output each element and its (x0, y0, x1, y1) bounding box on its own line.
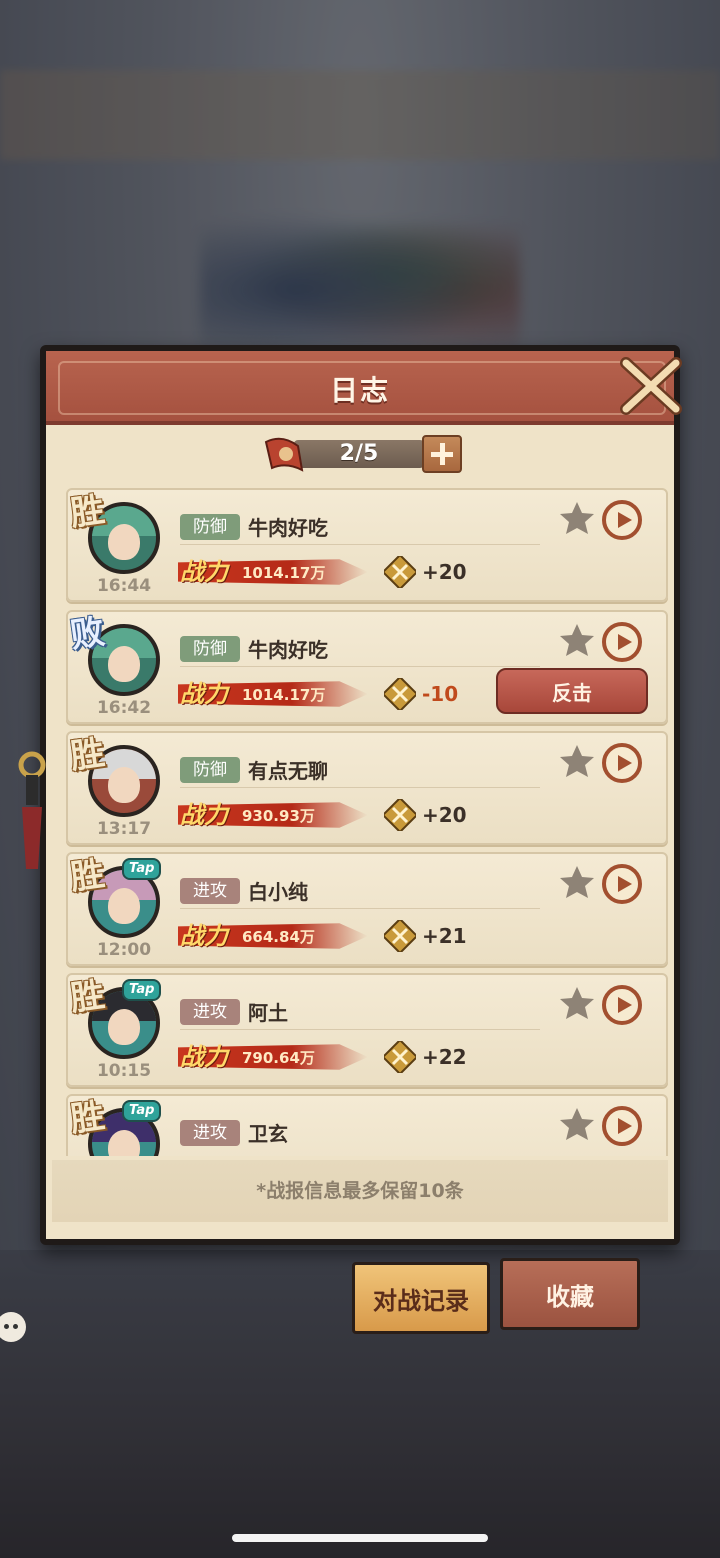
battle-time: 13:17 (96, 819, 152, 839)
result-badge: 胜 (67, 853, 108, 899)
crossed-swords-medal-icon (384, 920, 416, 952)
score-delta: +22 (422, 1045, 467, 1069)
chat-dot (4, 1324, 9, 1329)
favorite-star-icon[interactable] (558, 1106, 596, 1142)
divider (180, 787, 540, 788)
result-badge: 胜 (67, 489, 108, 535)
avatar-face (108, 767, 140, 803)
attempt-counter: 2/5 (262, 432, 462, 476)
power-value: 664.84万 (242, 928, 315, 946)
favorite-star-icon[interactable] (558, 985, 596, 1021)
battle-log-list[interactable]: 胜 16:44 防御 牛肉好吃 战力 1014.17万 +20 败 16:42 … (66, 488, 668, 1156)
add-attempts-button[interactable] (422, 435, 462, 473)
opponent-name: 卫玄 (248, 1122, 288, 1146)
divider (180, 1029, 540, 1030)
mode-tag: 防御 (180, 514, 240, 540)
power-label: 战力 (180, 1042, 228, 1071)
score-delta: +21 (422, 924, 467, 948)
favorites-tab[interactable]: 收藏 (500, 1258, 640, 1330)
counter-value: 2/5 (339, 441, 379, 466)
power-value: 790.64万 (242, 1049, 315, 1067)
list-item[interactable]: 胜 Tap 10:15 进攻 阿土 战力 790.64万 +22 (66, 973, 668, 1087)
result-badge: 胜 (67, 1095, 108, 1141)
battle-time: 16:42 (96, 698, 152, 718)
tassel-ornament-icon (18, 751, 46, 869)
list-item[interactable]: 胜 13:17 防御 有点无聊 战力 930.93万 +20 (66, 731, 668, 845)
avatar-face (108, 1009, 140, 1045)
mode-tag: 防御 (180, 757, 240, 783)
dialog-title: 日志 (329, 374, 390, 407)
battle-time: 16:44 (96, 576, 152, 596)
dialog-header: 日志 (46, 351, 674, 425)
battle-time: 10:15 (96, 1061, 152, 1081)
list-item[interactable]: 胜 Tap 12:00 进攻 白小纯 战力 664.84万 +21 (66, 852, 668, 966)
counterattack-button[interactable]: 反击 (496, 668, 648, 714)
replay-button[interactable] (602, 622, 642, 662)
opponent-name: 牛肉好吃 (248, 638, 328, 662)
divider (180, 666, 540, 667)
power-label: 战力 (180, 800, 228, 829)
tap-badge: Tap (122, 979, 162, 1001)
crossed-swords-medal-icon (384, 556, 416, 588)
replay-button[interactable] (602, 864, 642, 904)
battle-record-tab[interactable]: 对战记录 (352, 1262, 490, 1334)
score-delta: -10 (422, 682, 459, 706)
replay-button[interactable] (602, 500, 642, 540)
avatar-face (108, 888, 140, 924)
replay-button[interactable] (602, 1106, 642, 1146)
battle-time: 12:00 (96, 940, 152, 960)
divider (180, 544, 540, 545)
opponent-name: 白小纯 (248, 880, 308, 904)
favorite-star-icon[interactable] (558, 500, 596, 536)
opponent-name: 有点无聊 (248, 759, 328, 783)
chat-dot (13, 1324, 18, 1329)
list-item[interactable]: 胜 Tap 进攻 卫玄 (66, 1094, 668, 1156)
crossed-swords-medal-icon (384, 799, 416, 831)
result-badge: 胜 (67, 974, 108, 1020)
mode-tag: 防御 (180, 636, 240, 662)
mode-tag: 进攻 (180, 999, 240, 1025)
divider (180, 908, 540, 909)
tap-badge: Tap (122, 1100, 162, 1122)
score-delta: +20 (422, 803, 467, 827)
replay-button[interactable] (602, 743, 642, 783)
favorite-star-icon[interactable] (558, 743, 596, 779)
crossed-swords-medal-icon (384, 678, 416, 710)
power-label: 战力 (180, 557, 228, 586)
mode-tag: 进攻 (180, 878, 240, 904)
replay-button[interactable] (602, 985, 642, 1025)
power-value: 930.93万 (242, 807, 315, 825)
list-item[interactable]: 胜 16:44 防御 牛肉好吃 战力 1014.17万 +20 (66, 488, 668, 602)
power-label: 战力 (180, 921, 228, 950)
retention-note: *战报信息最多保留10条 (256, 1180, 464, 1202)
close-icon[interactable] (620, 355, 684, 417)
result-badge: 败 (67, 611, 108, 657)
result-badge: 胜 (67, 732, 108, 778)
power-value: 1014.17万 (242, 686, 326, 704)
scroll-icon (264, 437, 304, 472)
avatar-face (108, 646, 140, 682)
favorite-star-icon[interactable] (558, 622, 596, 658)
home-indicator[interactable] (232, 1534, 488, 1542)
opponent-name: 牛肉好吃 (248, 516, 328, 540)
list-item[interactable]: 败 16:42 防御 牛肉好吃 战力 1014.17万 -10 反击 (66, 610, 668, 724)
avatar-face (108, 524, 140, 560)
crossed-swords-medal-icon (384, 1041, 416, 1073)
power-value: 1014.17万 (242, 564, 326, 582)
score-delta: +20 (422, 560, 467, 584)
mode-tag: 进攻 (180, 1120, 240, 1146)
favorite-star-icon[interactable] (558, 864, 596, 900)
power-label: 战力 (180, 679, 228, 708)
tap-badge: Tap (122, 858, 162, 880)
opponent-name: 阿土 (248, 1001, 288, 1025)
